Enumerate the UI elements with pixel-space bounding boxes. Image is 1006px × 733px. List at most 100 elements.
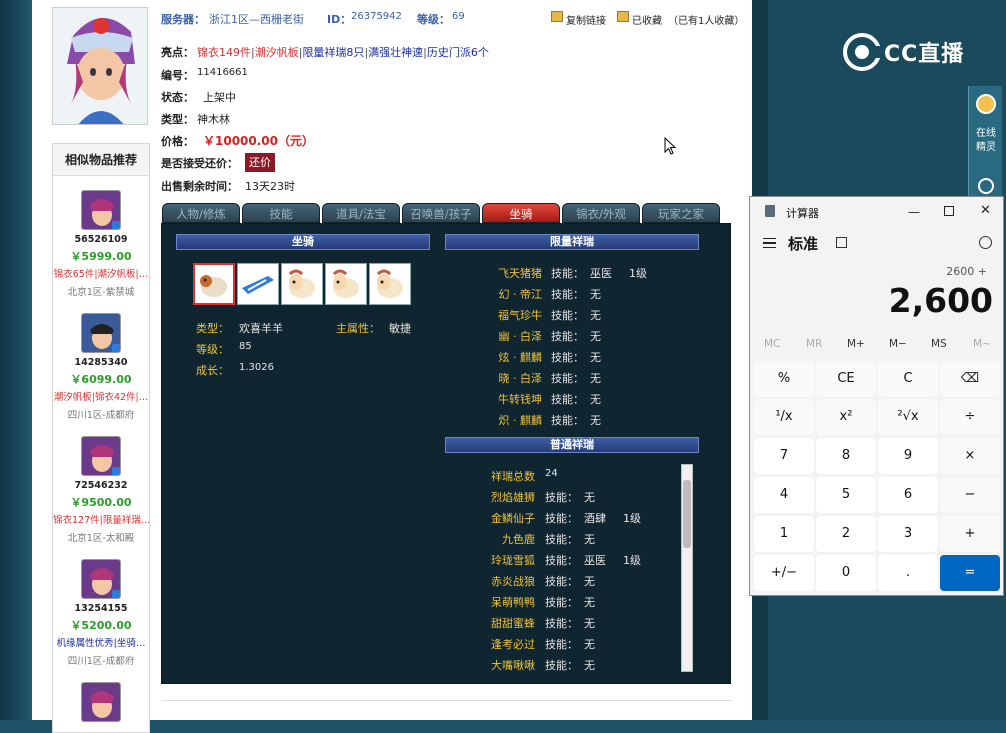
rail-online-label[interactable]: 在线 <box>969 124 1003 139</box>
similar-item[interactable] <box>53 682 149 722</box>
mount-slot[interactable] <box>325 263 367 305</box>
similar-item-price: ￥6099.00 <box>70 373 132 386</box>
multiply-key[interactable]: × <box>940 438 1000 474</box>
memory-subtract-button[interactable]: M− <box>889 338 907 350</box>
keep-on-top-icon[interactable] <box>836 237 847 248</box>
backspace-key[interactable]: ⌫ <box>940 361 1000 397</box>
normal-skill-label: 技能： <box>545 638 578 651</box>
expression-display: 2600 + <box>946 265 987 278</box>
tab-items[interactable]: 道具/法宝 <box>322 203 400 223</box>
similar-item-price: ￥9500.00 <box>70 496 132 509</box>
normal-name: 金鳞仙子 <box>491 512 535 525</box>
add-key[interactable]: + <box>940 516 1000 552</box>
scrollbar-thumb[interactable] <box>683 480 691 548</box>
copy-link-button[interactable]: 复制链接 <box>566 12 606 27</box>
minimize-button[interactable]: — <box>908 205 920 219</box>
mode-title: 标准 <box>788 235 819 253</box>
similar-item[interactable]: 14285340 ￥6099.00 潮汐帆板|锦衣42件|… 四川1区-成都府 <box>53 313 149 421</box>
history-icon[interactable] <box>979 236 992 249</box>
normal-skill: 巫医 <box>584 554 606 567</box>
memory-add-button[interactable]: M+ <box>847 338 865 350</box>
digit-4-key[interactable]: 4 <box>754 477 814 513</box>
mount-slot[interactable] <box>281 263 323 305</box>
similar-item-thumbnail[interactable] <box>81 559 121 599</box>
normal-name: 甜甜蜜蜂 <box>491 617 535 630</box>
sqrt-key[interactable]: ²√x <box>878 399 938 435</box>
hamburger-menu-icon[interactable] <box>763 238 776 248</box>
serial-value: 11416661 <box>197 67 248 78</box>
digit-3-key[interactable]: 3 <box>878 516 938 552</box>
sprite-avatar-icon[interactable] <box>976 94 996 114</box>
digit-1-key[interactable]: 1 <box>754 516 814 552</box>
reciprocal-key[interactable]: ¹/x <box>754 399 814 435</box>
digit-8-key[interactable]: 8 <box>816 438 876 474</box>
limited-name: 福气珍牛 <box>498 309 542 322</box>
negate-key[interactable]: +/− <box>754 555 814 591</box>
digit-7-key[interactable]: 7 <box>754 438 814 474</box>
bargain-button[interactable]: 还价 <box>245 153 275 172</box>
square-key[interactable]: x² <box>816 399 876 435</box>
favorite-icon[interactable] <box>617 11 629 22</box>
limited-skill: 无 <box>590 393 601 406</box>
divide-key[interactable]: ÷ <box>940 399 1000 435</box>
memory-clear-button[interactable]: MC <box>764 338 780 350</box>
tab-character[interactable]: 人物/修炼 <box>162 203 240 223</box>
subtract-key[interactable]: − <box>940 477 1000 513</box>
price-label: 价格： <box>161 135 194 148</box>
similar-item-thumbnail[interactable] <box>81 190 121 230</box>
similar-item-id: 14285340 <box>74 357 128 368</box>
normal-skill-label: 技能： <box>545 512 578 525</box>
clear-key[interactable]: C <box>878 361 938 397</box>
similar-item[interactable]: 56526109 ￥5999.00 锦衣65件|潮汐帆板|… 北京1区-紫禁城 <box>53 190 149 298</box>
equals-key[interactable]: = <box>940 555 1000 591</box>
similar-item-id: 13254155 <box>74 603 128 614</box>
similar-item-thumbnail[interactable] <box>81 682 121 722</box>
decimal-key[interactable]: . <box>878 555 938 591</box>
limited-name: 幻 · 帝江 <box>498 288 543 301</box>
similar-items-panel: 相似物品推荐 56526109 ￥5999.00 锦衣65件|潮汐帆板|… 北京… <box>52 143 150 733</box>
tab-skills[interactable]: 技能 <box>242 203 320 223</box>
favorited-button[interactable]: 已收藏 <box>632 12 662 27</box>
similar-item-price: ￥5999.00 <box>70 250 132 263</box>
similar-item-server: 北京1区-太和殿 <box>67 533 135 544</box>
tab-home[interactable]: 玩家之家 <box>642 203 720 223</box>
normal-skill: 无 <box>584 533 595 546</box>
memory-store-button[interactable]: MS <box>931 338 947 350</box>
highlight-tag[interactable]: 锦衣149件 <box>197 46 251 59</box>
digit-0-key[interactable]: 0 <box>816 555 876 591</box>
limited-skill-label: 技能： <box>551 288 584 301</box>
mount-slot[interactable] <box>193 263 235 305</box>
maximize-button[interactable] <box>944 206 954 216</box>
percent-key[interactable]: % <box>754 361 814 397</box>
clock-icon[interactable] <box>978 178 994 194</box>
close-button[interactable]: ✕ <box>980 203 991 218</box>
normal-skill: 无 <box>584 659 595 672</box>
tab-pets[interactable]: 召唤兽/孩子 <box>402 203 480 223</box>
similar-item-thumbnail[interactable] <box>81 313 121 353</box>
tab-mount[interactable]: 坐骑 <box>482 203 560 223</box>
similar-item[interactable]: 13254155 ￥5200.00 机缘属性优秀|坐骑… 四川1区-成都府 <box>53 559 149 667</box>
clear-entry-key[interactable]: CE <box>816 361 876 397</box>
memory-list-button[interactable]: M~ <box>973 338 991 350</box>
copy-link-icon[interactable] <box>551 11 563 22</box>
type-value: 神木林 <box>197 113 230 126</box>
side-rail[interactable]: 在线 精灵 <box>968 86 1002 206</box>
digit-2-key[interactable]: 2 <box>816 516 876 552</box>
tab-outfit[interactable]: 锦衣/外观 <box>562 203 640 223</box>
highlight-tag[interactable]: 潮汐帆板 <box>255 46 299 59</box>
server-value: 浙江1区—西栅老街 <box>209 13 304 26</box>
similar-item-tags: 机缘属性优秀|坐骑… <box>56 638 146 649</box>
digit-6-key[interactable]: 6 <box>878 477 938 513</box>
highlight-tag[interactable]: 限量祥瑞8只 <box>302 46 364 59</box>
id-value: 26375942 <box>351 11 402 22</box>
mount-slot[interactable] <box>369 263 411 305</box>
highlight-tag[interactable]: 历史门派6个 <box>427 46 489 59</box>
similar-item-thumbnail[interactable] <box>81 436 121 476</box>
digit-9-key[interactable]: 9 <box>878 438 938 474</box>
similar-item[interactable]: 72546232 ￥9500.00 锦衣127件|限量祥瑞… 北京1区-太和殿 <box>53 436 149 544</box>
highlight-tag[interactable]: 满强壮神速 <box>368 46 423 59</box>
digit-5-key[interactable]: 5 <box>816 477 876 513</box>
rail-sprite-label[interactable]: 精灵 <box>969 138 1003 153</box>
memory-recall-button[interactable]: MR <box>806 338 822 350</box>
mount-slot[interactable] <box>237 263 279 305</box>
